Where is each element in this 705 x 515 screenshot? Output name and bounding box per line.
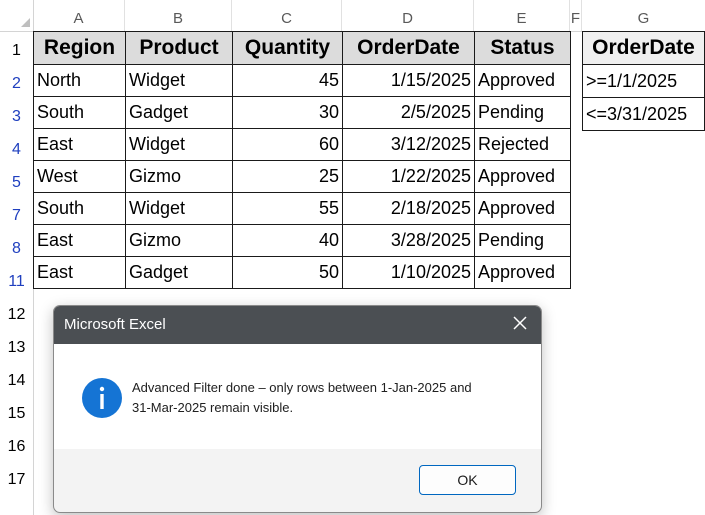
select-all-corner[interactable] [0,0,33,31]
criteria-table: OrderDate >=1/1/2025 <=3/31/2025 [582,31,705,131]
cell-product[interactable]: Widget [125,192,233,225]
cell-status[interactable]: Approved [474,160,571,193]
cell-status[interactable]: Approved [474,64,571,97]
data-table: Region Product Quantity OrderDate Status… [33,31,571,289]
cell-region[interactable]: North [33,64,126,97]
cell-quantity[interactable]: 40 [232,224,343,257]
dialog-message-line: 31-Mar-2025 remain visible. [132,400,294,415]
cell-orderdate[interactable]: 1/22/2025 [342,160,475,193]
dialog-title: Microsoft Excel [64,316,166,333]
cell-orderdate[interactable]: 2/5/2025 [342,96,475,129]
cell-status[interactable]: Rejected [474,128,571,161]
cell-region[interactable]: South [33,192,126,225]
cell-product[interactable]: Gadget [125,256,233,289]
column-header-e[interactable]: E [474,0,570,31]
cell-orderdate[interactable]: 2/18/2025 [342,192,475,225]
table-header-row: Region Product Quantity OrderDate Status [33,31,571,65]
cell-status[interactable]: Pending [474,224,571,257]
info-icon [82,378,122,418]
column-header-c[interactable]: C [232,0,342,31]
row-header-4[interactable]: 4 [0,131,33,164]
row-header-5[interactable]: 5 [0,164,33,197]
table-row: East Gadget 50 1/10/2025 Approved [33,256,571,289]
cell-region[interactable]: East [33,128,126,161]
cell-quantity[interactable]: 60 [232,128,343,161]
column-header-d[interactable]: D [342,0,474,31]
table-row: South Gadget 30 2/5/2025 Pending [33,96,571,129]
cell-status[interactable]: Approved [474,256,571,289]
column-header-g[interactable]: G [582,0,705,31]
criteria-header-cell[interactable]: OrderDate [582,31,705,65]
cell-orderdate[interactable]: 1/15/2025 [342,64,475,97]
cell-region[interactable]: South [33,96,126,129]
table-row: East Gizmo 40 3/28/2025 Pending [33,224,571,257]
row-header-17[interactable]: 17 [0,461,33,494]
header-cell-orderdate[interactable]: OrderDate [342,31,475,65]
column-header-f[interactable]: F [570,0,582,31]
row-header-2[interactable]: 2 [0,65,33,98]
row-header-1[interactable]: 1 [0,32,33,65]
table-row: North Widget 45 1/15/2025 Approved [33,64,571,97]
cell-status[interactable]: Approved [474,192,571,225]
row-header-12[interactable]: 12 [0,296,33,329]
ok-button[interactable]: OK [419,465,516,495]
cell-orderdate[interactable]: 3/28/2025 [342,224,475,257]
header-cell-quantity[interactable]: Quantity [232,31,343,65]
cell-orderdate[interactable]: 1/10/2025 [342,256,475,289]
row-header-14[interactable]: 14 [0,362,33,395]
row-header-13[interactable]: 13 [0,329,33,362]
cell-quantity[interactable]: 30 [232,96,343,129]
table-row: West Gizmo 25 1/22/2025 Approved [33,160,571,193]
cell-region[interactable]: West [33,160,126,193]
row-header-8[interactable]: 8 [0,230,33,263]
cell-product[interactable]: Widget [125,128,233,161]
dialog-body: Advanced Filter done – only rows between… [54,344,541,449]
header-cell-status[interactable]: Status [474,31,571,65]
cell-quantity[interactable]: 55 [232,192,343,225]
cell-quantity[interactable]: 45 [232,64,343,97]
cell-orderdate[interactable]: 3/12/2025 [342,128,475,161]
dialog-message-line: Advanced Filter done – only rows between… [132,380,472,395]
row-header-15[interactable]: 15 [0,395,33,428]
column-header-a[interactable]: A [33,0,125,31]
cell-region[interactable]: East [33,224,126,257]
row-header-3[interactable]: 3 [0,98,33,131]
header-cell-region[interactable]: Region [33,31,126,65]
column-header-b[interactable]: B [125,0,232,31]
criteria-cell[interactable]: <=3/31/2025 [582,97,705,131]
table-row: East Widget 60 3/12/2025 Rejected [33,128,571,161]
dialog-titlebar[interactable]: Microsoft Excel [54,306,541,344]
cell-quantity[interactable]: 50 [232,256,343,289]
cell-product[interactable]: Gizmo [125,160,233,193]
message-dialog: Microsoft Excel Advanced Filter done – o… [53,305,542,513]
row-header-16[interactable]: 16 [0,428,33,461]
cell-product[interactable]: Gadget [125,96,233,129]
cell-region[interactable]: East [33,256,126,289]
header-cell-product[interactable]: Product [125,31,233,65]
close-icon[interactable] [511,314,529,332]
row-header-11[interactable]: 11 [0,263,33,296]
cell-product[interactable]: Gizmo [125,224,233,257]
table-row: South Widget 55 2/18/2025 Approved [33,192,571,225]
dialog-message: Advanced Filter done – only rows between… [132,378,512,418]
cell-quantity[interactable]: 25 [232,160,343,193]
cell-status[interactable]: Pending [474,96,571,129]
criteria-cell[interactable]: >=1/1/2025 [582,64,705,98]
row-header-7[interactable]: 7 [0,197,33,230]
cell-product[interactable]: Widget [125,64,233,97]
